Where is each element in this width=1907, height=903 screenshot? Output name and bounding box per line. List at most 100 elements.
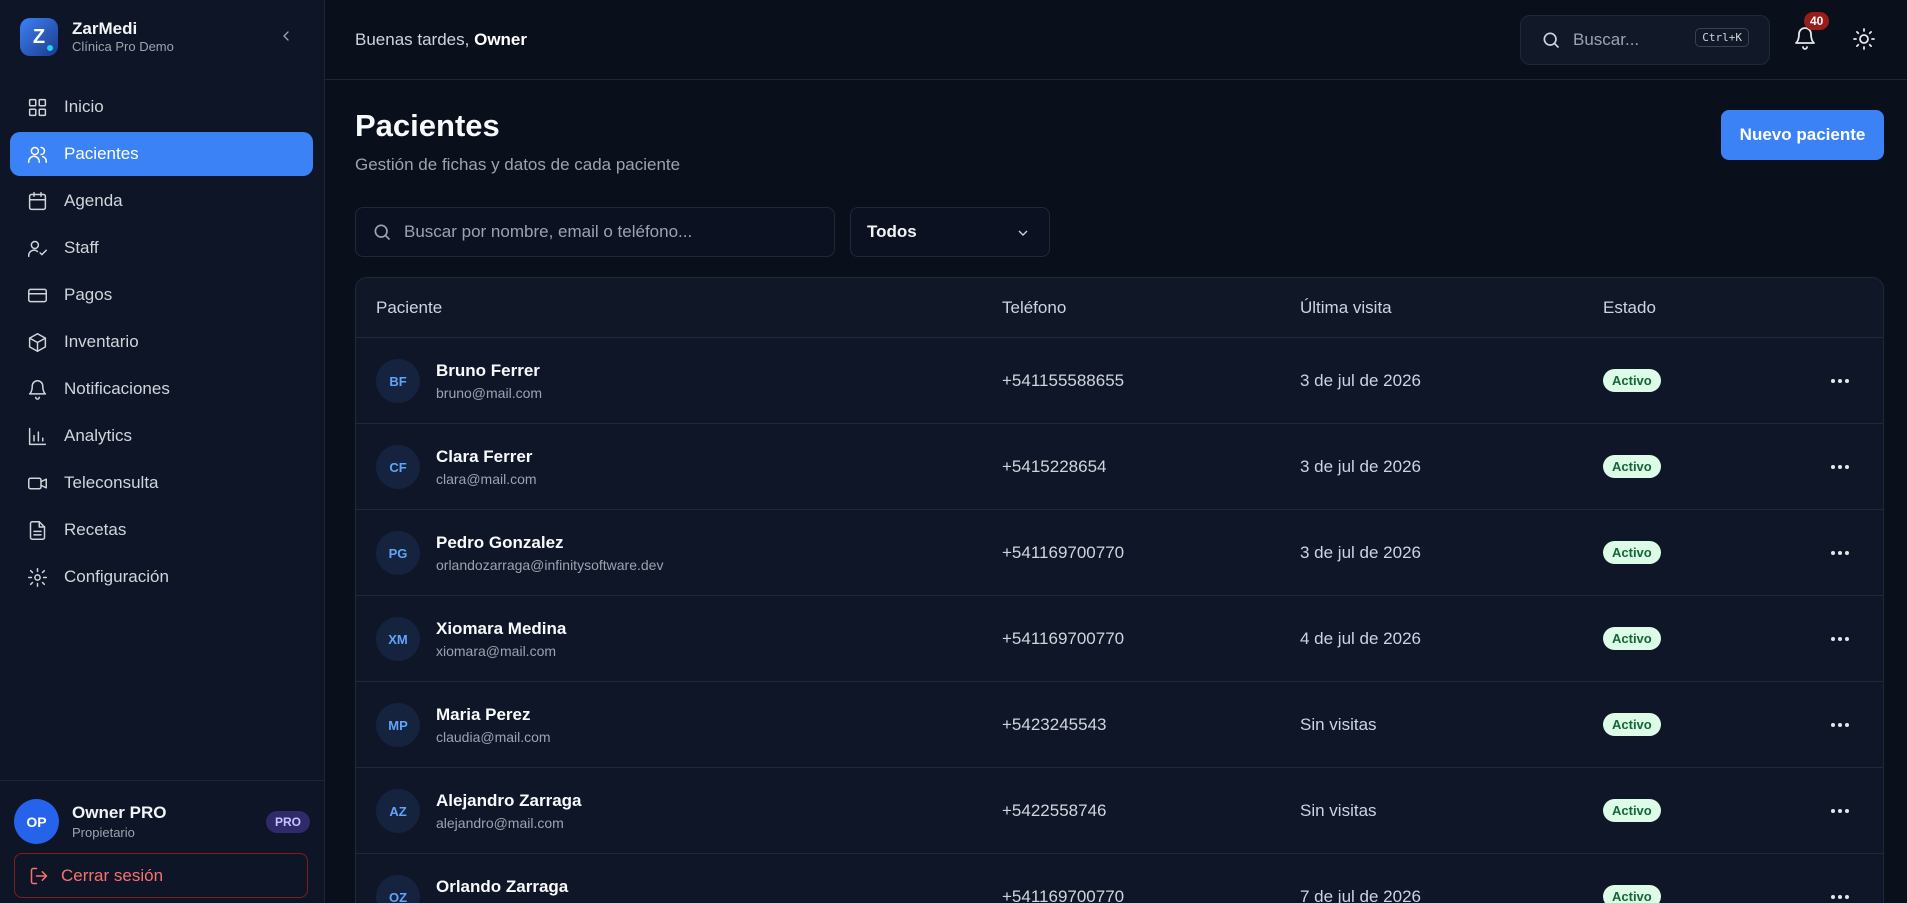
patient-avatar: BF [376, 359, 420, 403]
status-badge: Activo [1603, 799, 1661, 822]
search-shortcut: Ctrl+K [1695, 28, 1749, 47]
search-icon [1543, 32, 1560, 49]
table-row[interactable]: CF Clara Ferrer clara@mail.com +5415228654 3… [356, 424, 1883, 510]
logout-label: Cerrar sesión [61, 865, 164, 885]
greeting-name: Owner [474, 30, 527, 49]
sidebar-item-label: Notificaciones [64, 379, 170, 398]
patient-email: claudia@mail.com [436, 729, 551, 745]
user-profile[interactable]: OP Owner PRO Propietario PRO [14, 799, 310, 844]
video-icon [26, 472, 48, 494]
column-header-ultima-visita[interactable]: Última visita [1300, 298, 1392, 318]
plan-badge: PRO [265, 810, 310, 833]
status-badge: Activo [1603, 455, 1661, 478]
status-filter-select[interactable]: Todos [850, 207, 1050, 257]
logout-icon [30, 867, 48, 884]
table-row[interactable]: OZ Orlando Zarraga +541169700770 7 de jul d… [356, 854, 1883, 903]
table-row[interactable]: AZ Alejandro Zarraga alejandro@mail.com +54… [356, 768, 1883, 854]
table-row[interactable]: MP Maria Perez claudia@mail.com +5423245543… [356, 682, 1883, 768]
column-header-estado[interactable]: Estado [1603, 298, 1656, 318]
sidebar-item-label: Inventario [64, 332, 139, 351]
sidebar-item-analytics[interactable]: Analytics [10, 414, 313, 458]
patient-email: bruno@mail.com [436, 385, 543, 401]
table-row[interactable]: PG Pedro Gonzalez orlandozarraga@infinitys… [356, 510, 1883, 596]
patient-name[interactable]: Xiomara Medina [436, 619, 566, 639]
patient-name[interactable]: Maria Perez [436, 705, 531, 725]
patient-avatar: PG [376, 531, 420, 575]
new-patient-button[interactable]: Nuevo paciente [1721, 110, 1884, 160]
patient-search-input[interactable] [404, 222, 824, 242]
patient-phone: +541169700770 [1002, 543, 1125, 562]
page-subtitle: Gestión de fichas y datos de cada pacien… [355, 155, 681, 174]
brand-name: ZarMedi [72, 19, 138, 38]
sidebar-item-label: Pagos [64, 285, 113, 304]
sidebar-item-teleconsulta[interactable]: Teleconsulta [10, 461, 313, 505]
logo-dot [47, 45, 53, 51]
user-role: Propietario [72, 825, 135, 840]
more-actions-icon[interactable] [1831, 802, 1853, 820]
status-badge: Activo [1603, 713, 1661, 736]
global-search[interactable]: Buscar... Ctrl+K [1520, 15, 1770, 65]
table-row[interactable]: BF Bruno Ferrer bruno@mail.com +54115558865… [356, 338, 1883, 424]
more-actions-icon[interactable] [1831, 458, 1853, 476]
brand-subtitle: Clínica Pro Demo [72, 39, 174, 54]
brand[interactable]: Z ZarMedi Clínica Pro Demo [20, 18, 174, 56]
sidebar-nav: Inicio Pacientes Agenda Staff Pagos Inve… [10, 85, 313, 602]
sidebar-item-pagos[interactable]: Pagos [10, 273, 313, 317]
patient-name[interactable]: Pedro Gonzalez [436, 533, 564, 553]
sidebar-item-pacientes[interactable]: Pacientes [10, 132, 313, 176]
sidebar-item-label: Configuración [64, 567, 169, 586]
patient-phone: +541169700770 [1002, 887, 1125, 903]
table-row[interactable]: XM Xiomara Medina xiomara@mail.com +5411697… [356, 596, 1883, 682]
greeting-text: Buenas tardes, [355, 30, 470, 49]
sidebar-item-inicio[interactable]: Inicio [10, 85, 313, 129]
patient-last-visit: 3 de jul de 2026 [1300, 457, 1421, 476]
patient-phone: +541155588655 [1002, 371, 1125, 390]
patient-search [355, 207, 835, 257]
status-badge: Activo [1603, 541, 1661, 564]
patient-name[interactable]: Clara Ferrer [436, 447, 532, 467]
more-actions-icon[interactable] [1831, 544, 1853, 562]
sidebar-item-label: Inicio [64, 97, 104, 116]
sidebar-item-notificaciones[interactable]: Notificaciones [10, 367, 313, 411]
collapse-sidebar-icon[interactable] [278, 28, 294, 44]
sidebar-item-label: Analytics [64, 426, 133, 445]
avatar: OP [14, 799, 59, 844]
file-text-icon [26, 519, 48, 541]
patient-avatar: OZ [376, 875, 420, 903]
sidebar-item-label: Teleconsulta [64, 473, 159, 492]
more-actions-icon[interactable] [1831, 888, 1853, 903]
patients-table: Paciente Teléfono Última visita Estado B… [355, 277, 1884, 903]
brand-logo-icon: Z [20, 18, 58, 56]
column-header-telefono[interactable]: Teléfono [1002, 298, 1066, 318]
status-filter-value: Todos [867, 222, 917, 241]
sidebar-item-agenda[interactable]: Agenda [10, 179, 313, 223]
credit-card-icon [26, 284, 48, 306]
global-search-placeholder: Buscar... [1573, 30, 1640, 49]
patient-email: clara@mail.com [436, 471, 537, 487]
theme-toggle-sun-icon[interactable] [1852, 27, 1876, 51]
status-badge: Activo [1603, 627, 1661, 650]
sidebar-item-configuracion[interactable]: Configuración [10, 555, 313, 599]
patient-email: xiomara@mail.com [436, 643, 557, 659]
sidebar-item-label: Agenda [64, 191, 123, 210]
logout-button[interactable]: Cerrar sesión [14, 853, 308, 898]
more-actions-icon[interactable] [1831, 630, 1853, 648]
status-badge: Activo [1603, 369, 1661, 392]
patient-name[interactable]: Bruno Ferrer [436, 361, 540, 381]
patient-avatar: AZ [376, 789, 420, 833]
sidebar-item-staff[interactable]: Staff [10, 226, 313, 270]
sidebar-item-inventario[interactable]: Inventario [10, 320, 313, 364]
patient-last-visit: 7 de jul de 2026 [1300, 887, 1421, 903]
table-header: Paciente Teléfono Última visita Estado [356, 278, 1883, 338]
column-header-paciente[interactable]: Paciente [376, 298, 442, 318]
patient-name[interactable]: Orlando Zarraga [436, 877, 568, 897]
notification-count-badge: 40 [1804, 12, 1830, 30]
patient-last-visit: 4 de jul de 2026 [1300, 629, 1421, 648]
more-actions-icon[interactable] [1831, 716, 1853, 734]
settings-icon [26, 566, 48, 588]
sidebar-item-label: Staff [64, 238, 99, 257]
more-actions-icon[interactable] [1831, 372, 1853, 390]
sidebar-item-recetas[interactable]: Recetas [10, 508, 313, 552]
user-name: Owner PRO [72, 803, 167, 822]
patient-name[interactable]: Alejandro Zarraga [436, 791, 582, 811]
